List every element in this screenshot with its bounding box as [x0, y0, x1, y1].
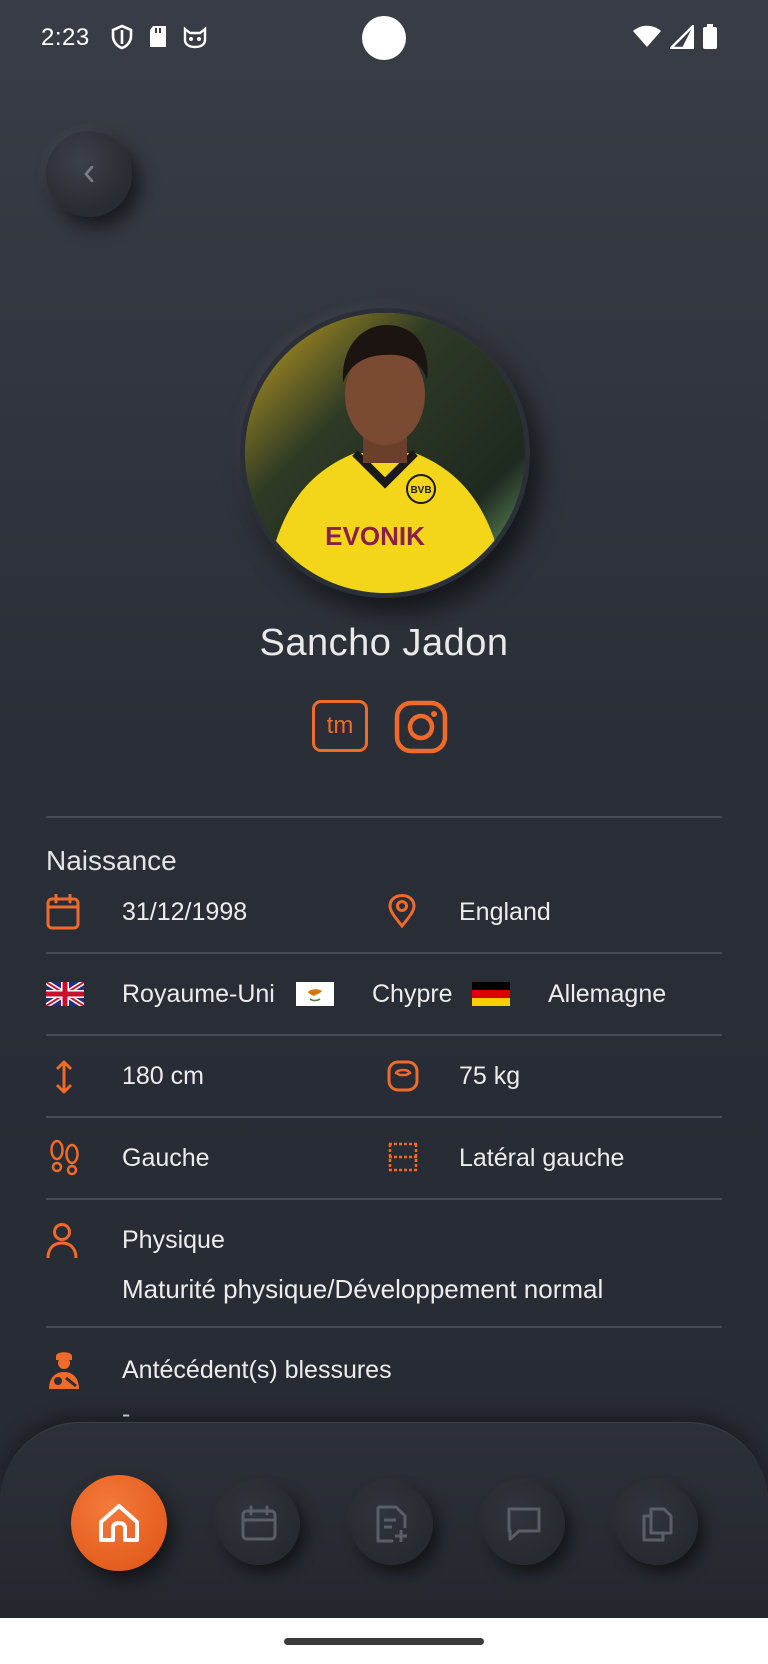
birth-section-title: Naissance — [46, 845, 177, 876]
player-height: 180 cm — [122, 1062, 204, 1090]
chevron-left-icon — [84, 165, 94, 183]
position-field-icon — [388, 1142, 418, 1172]
shield-icon — [111, 24, 133, 50]
divider — [46, 1198, 722, 1200]
divider — [46, 1034, 722, 1036]
nationality-1: Royaume-Uni — [122, 980, 275, 1008]
bottom-navigation — [0, 1422, 768, 1618]
home-gesture-bar[interactable] — [284, 1638, 484, 1645]
status-right-icons — [632, 24, 718, 50]
cat-face-icon — [183, 26, 207, 49]
home-icon — [99, 1504, 139, 1542]
calendar-icon — [46, 894, 80, 930]
person-icon — [46, 1223, 78, 1259]
location-pin-icon — [388, 894, 416, 928]
transfermarkt-label: tm — [326, 712, 354, 739]
germany-flag-icon — [472, 982, 510, 1006]
social-links: tm — [312, 700, 448, 754]
status-left-icons — [110, 24, 208, 50]
avatar-frame: BVB EVONIK — [240, 308, 530, 598]
cyprus-flag-icon — [296, 982, 334, 1006]
nav-calendar-button[interactable] — [218, 1483, 300, 1565]
player-weight: 75 kg — [459, 1062, 521, 1090]
battery-icon — [703, 24, 717, 49]
back-button[interactable] — [46, 131, 132, 217]
chat-icon — [507, 1507, 541, 1541]
injuries-value: - — [122, 1400, 131, 1418]
nationality-3: Allemagne — [548, 980, 667, 1008]
photo-sponsor-text: EVONIK — [325, 521, 425, 551]
injuries-label: Antécédent(s) blessures — [122, 1356, 392, 1384]
transfermarkt-button[interactable]: tm — [312, 700, 368, 752]
nav-documents-button[interactable] — [616, 1483, 698, 1565]
footprints-icon — [50, 1139, 79, 1176]
divider — [46, 816, 722, 818]
birth-place: England — [459, 898, 551, 926]
calendar-icon — [241, 1505, 277, 1541]
wifi-icon — [633, 25, 661, 47]
copy-icon — [642, 1507, 673, 1542]
player-photo-illustration: BVB EVONIK — [245, 313, 525, 593]
physique-label: Physique — [122, 1226, 225, 1254]
uk-flag-icon — [46, 982, 84, 1006]
camera-cutout — [362, 16, 406, 60]
sd-card-icon — [150, 26, 166, 47]
player-name: Sancho Jadon — [259, 622, 509, 664]
gesture-navigation-area — [0, 1618, 768, 1664]
photo-badge-text: BVB — [410, 485, 431, 496]
player-photo: BVB EVONIK — [245, 313, 525, 593]
status-bar: 2:23 — [0, 0, 768, 80]
nav-home-button[interactable] — [71, 1475, 167, 1571]
preferred-foot: Gauche — [122, 1144, 210, 1172]
nationality-2: Chypre — [372, 980, 453, 1008]
divider — [46, 1326, 722, 1328]
instagram-icon[interactable] — [394, 700, 448, 754]
status-time: 2:23 — [41, 24, 90, 51]
birth-date: 31/12/1998 — [122, 898, 248, 926]
injured-person-icon — [49, 1352, 79, 1389]
cell-signal-icon — [670, 25, 694, 49]
player-position: Latéral gauche — [459, 1144, 625, 1172]
divider — [46, 952, 722, 954]
divider — [46, 1116, 722, 1118]
height-arrow-icon — [55, 1060, 73, 1094]
physique-value: Maturité physique/Développement normal — [122, 1274, 604, 1304]
nav-reports-button[interactable] — [351, 1483, 433, 1565]
weight-scale-icon — [387, 1060, 419, 1092]
document-add-icon — [376, 1505, 407, 1543]
nav-messages-button[interactable] — [483, 1483, 565, 1565]
